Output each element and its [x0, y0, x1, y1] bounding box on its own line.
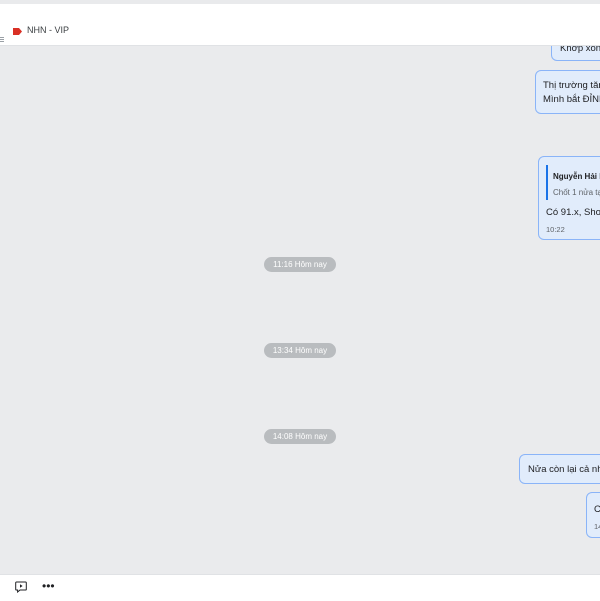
message-text: Thị trường tăn — [543, 80, 600, 91]
message-bubble-icon[interactable] — [15, 581, 27, 593]
quoted-text: Chốt 1 nửa tạ — [553, 188, 600, 197]
reply-message-bubble[interactable]: Nguyễn Hải l Chốt 1 nửa tạ Có 91.x, Shor… — [538, 156, 600, 240]
message-text: Khớp xong — [560, 46, 600, 54]
message-area[interactable]: Khớp xong Thị trường tăn Mình bắt ĐỈNH N… — [0, 46, 600, 574]
chat-footer: ••• — [0, 574, 600, 601]
time-separator: 14:08 Hôm nay — [264, 429, 336, 444]
quoted-author: Nguyễn Hải l — [553, 172, 600, 181]
message-bubble[interactable]: Thị trường tăn Mình bắt ĐỈNH — [535, 70, 600, 114]
message-text: C — [594, 503, 600, 516]
chat-header: NHN - VIP — [0, 4, 600, 46]
message-text: Mình bắt ĐỈNH — [543, 94, 600, 105]
menu-lines-icon[interactable] — [0, 37, 4, 43]
message-text: Nửa còn lại cả nh — [528, 464, 600, 475]
time-separator: 13:34 Hôm nay — [264, 343, 336, 358]
quoted-message[interactable]: Nguyễn Hải l Chốt 1 nửa tạ — [546, 165, 600, 200]
message-bubble[interactable]: Nửa còn lại cả nh — [519, 454, 600, 484]
more-options-icon[interactable]: ••• — [42, 579, 55, 593]
message-bubble[interactable]: C 14 — [586, 492, 600, 538]
message-bubble[interactable]: Khớp xong — [551, 46, 600, 61]
message-time: 14 — [594, 522, 600, 531]
conversation-label[interactable]: NHN - VIP — [27, 25, 69, 35]
time-separator: 11:16 Hôm nay — [264, 257, 336, 272]
message-text: Có 91.x, Shor — [546, 207, 600, 218]
message-time: 10:22 — [546, 225, 565, 234]
label-tag-icon — [13, 28, 22, 35]
